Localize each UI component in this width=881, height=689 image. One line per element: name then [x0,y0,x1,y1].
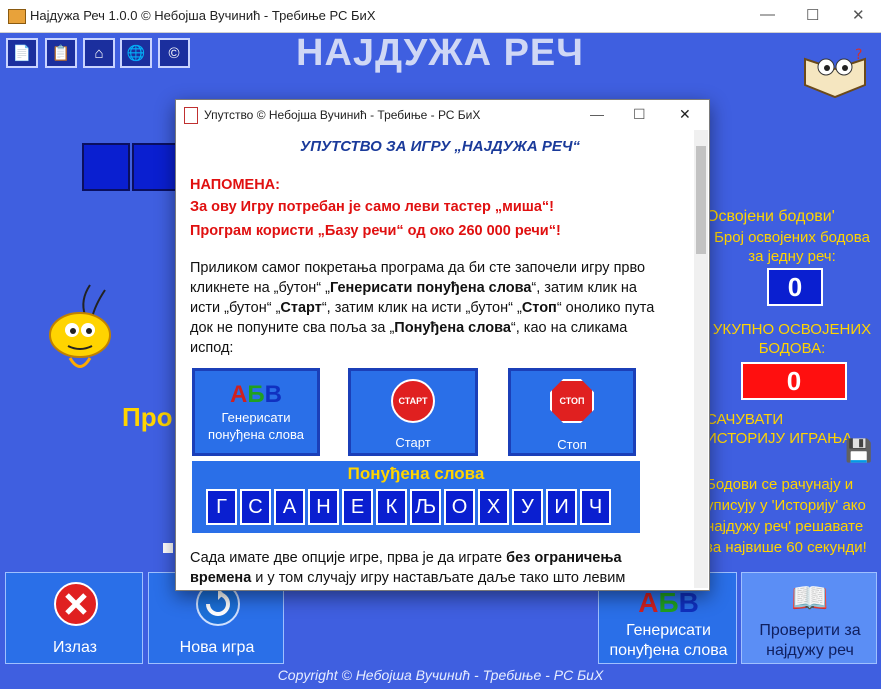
scoring-note: Бодови се рачунају и уписују у 'Историју… [706,476,867,556]
letter-slot [132,143,180,191]
dialog-minimize-icon[interactable]: — [590,106,604,122]
instructions-paragraph: Приликом самог покретања програма да би … [190,260,655,356]
minimize-icon[interactable]: — [760,6,775,23]
check-longest-word-label: Проверити за најдужу реч [759,622,861,659]
save-history-label[interactable]: САЧУВАТИ ИСТОРИЈУ ИГРАЊА [706,410,856,448]
dialog-content: УПУТСТВО ЗА ИГРУ „НАЈДУЖА РЕЧ“ НАПОМЕНА:… [186,134,694,588]
check-longest-word-button[interactable]: 📖 Проверити за најдужу реч [741,572,877,664]
close-icon[interactable]: ✕ [852,6,865,24]
svg-text:?: ? [855,47,862,63]
page-title: НАЈДУЖА РЕЧ [296,32,584,74]
document-icon[interactable]: 📋 [45,38,77,68]
bee-mascot-icon [49,284,111,368]
offered-letter: У [512,489,543,525]
pdf-icon [184,107,198,124]
abv-icon: АБВ [638,587,699,618]
globe-icon[interactable]: 🌐 [120,38,152,68]
dialog-heading: УПУТСТВО ЗА ИГРУ „НАЈДУЖА РЕЧ“ [300,138,580,155]
instructions-dialog: Упутство © Небојша Вучинић - Требиње - Р… [175,99,710,591]
dialog-maximize-icon[interactable]: ☐ [633,106,646,123]
start-example-label: Старт [395,435,431,450]
generate-letters-label: Генерисати понуђена слова [609,622,728,659]
dialog-close-icon[interactable]: ✕ [679,106,691,123]
copyright-text: Copyright © Небојша Вучинић - Требиње - … [277,667,604,683]
note-line-1: За ову Игру потребан је само леви тастер… [190,199,554,215]
generate-example-label: Генерисати понуђена слова [208,410,304,442]
offered-letter: И [546,489,577,525]
offered-letter: К [376,489,407,525]
exit-icon [54,582,98,626]
stop-sign-icon: СТОП [550,379,594,423]
offered-letter: Г [206,489,237,525]
app-icon [8,9,26,24]
stop-example-label: Стоп [557,437,587,452]
stop-example-image: СТОП Стоп [508,368,636,456]
save-icon[interactable]: 💾 [845,438,873,464]
exit-button[interactable]: Излаз [5,572,143,664]
total-points-box: 0 [741,362,847,400]
offered-letter: Е [342,489,373,525]
note-line-2: Програм користи „Базу речи“ од око 260 0… [190,223,561,239]
reading-icon: 📖 [791,582,829,615]
letter-slot [82,143,130,191]
new-game-label: Нова игра [179,639,255,656]
window-title: Најдужа Реч 1.0.0 © Небојша Вучинић - Тр… [30,8,376,23]
copyright-icon[interactable]: © [158,38,190,68]
dialog-titlebar: Упутство © Небојша Вучинић - Требиње - Р… [176,100,709,130]
maximize-icon[interactable]: ☐ [806,6,819,24]
partial-label: Про [122,402,173,432]
offered-letter: А [274,489,305,525]
book-mascot-icon: ? [804,47,866,99]
start-sign-icon: СТАРТ [391,379,435,423]
total-points-label: УКУПНО ОСВОЈЕНИХ БОДОВА: [712,321,872,357]
window-titlebar: Најдужа Реч 1.0.0 © Небојша Вучинић - Тр… [0,0,881,33]
pdf-icon[interactable]: 📄 [6,38,38,68]
offered-letter: О [444,489,475,525]
start-example-image: СТАРТ Старт [348,368,478,456]
home-icon[interactable]: ⌂ [83,38,115,68]
offered-letter: Ч [580,489,611,525]
note-label: НАПОМЕНА: [190,177,280,193]
scrollbar-thumb[interactable] [696,146,706,254]
points-per-word-box: 0 [767,268,823,306]
dialog-title: Упутство © Небојша Вучинић - Требиње - Р… [204,108,481,122]
instructions-paragraph-2: Сада имате две опције игре, прва је да и… [190,550,626,586]
points-per-word-label: Број освојених бодова за једну реч: [714,229,870,265]
dialog-scrollbar[interactable] [694,130,708,588]
checkbox[interactable] [163,543,173,553]
offered-letter: Н [308,489,339,525]
points-title: Освојени бодови' [706,208,835,225]
offered-letter: Љ [410,489,441,525]
offered-letters-title: Понуђена слова [347,464,485,483]
generate-example-image: АБВ Генерисати понуђена слова [192,368,320,456]
exit-label: Излаз [52,639,98,656]
offered-letter: Х [478,489,509,525]
abv-icon: АБВ [230,381,282,408]
offered-letter: С [240,489,271,525]
